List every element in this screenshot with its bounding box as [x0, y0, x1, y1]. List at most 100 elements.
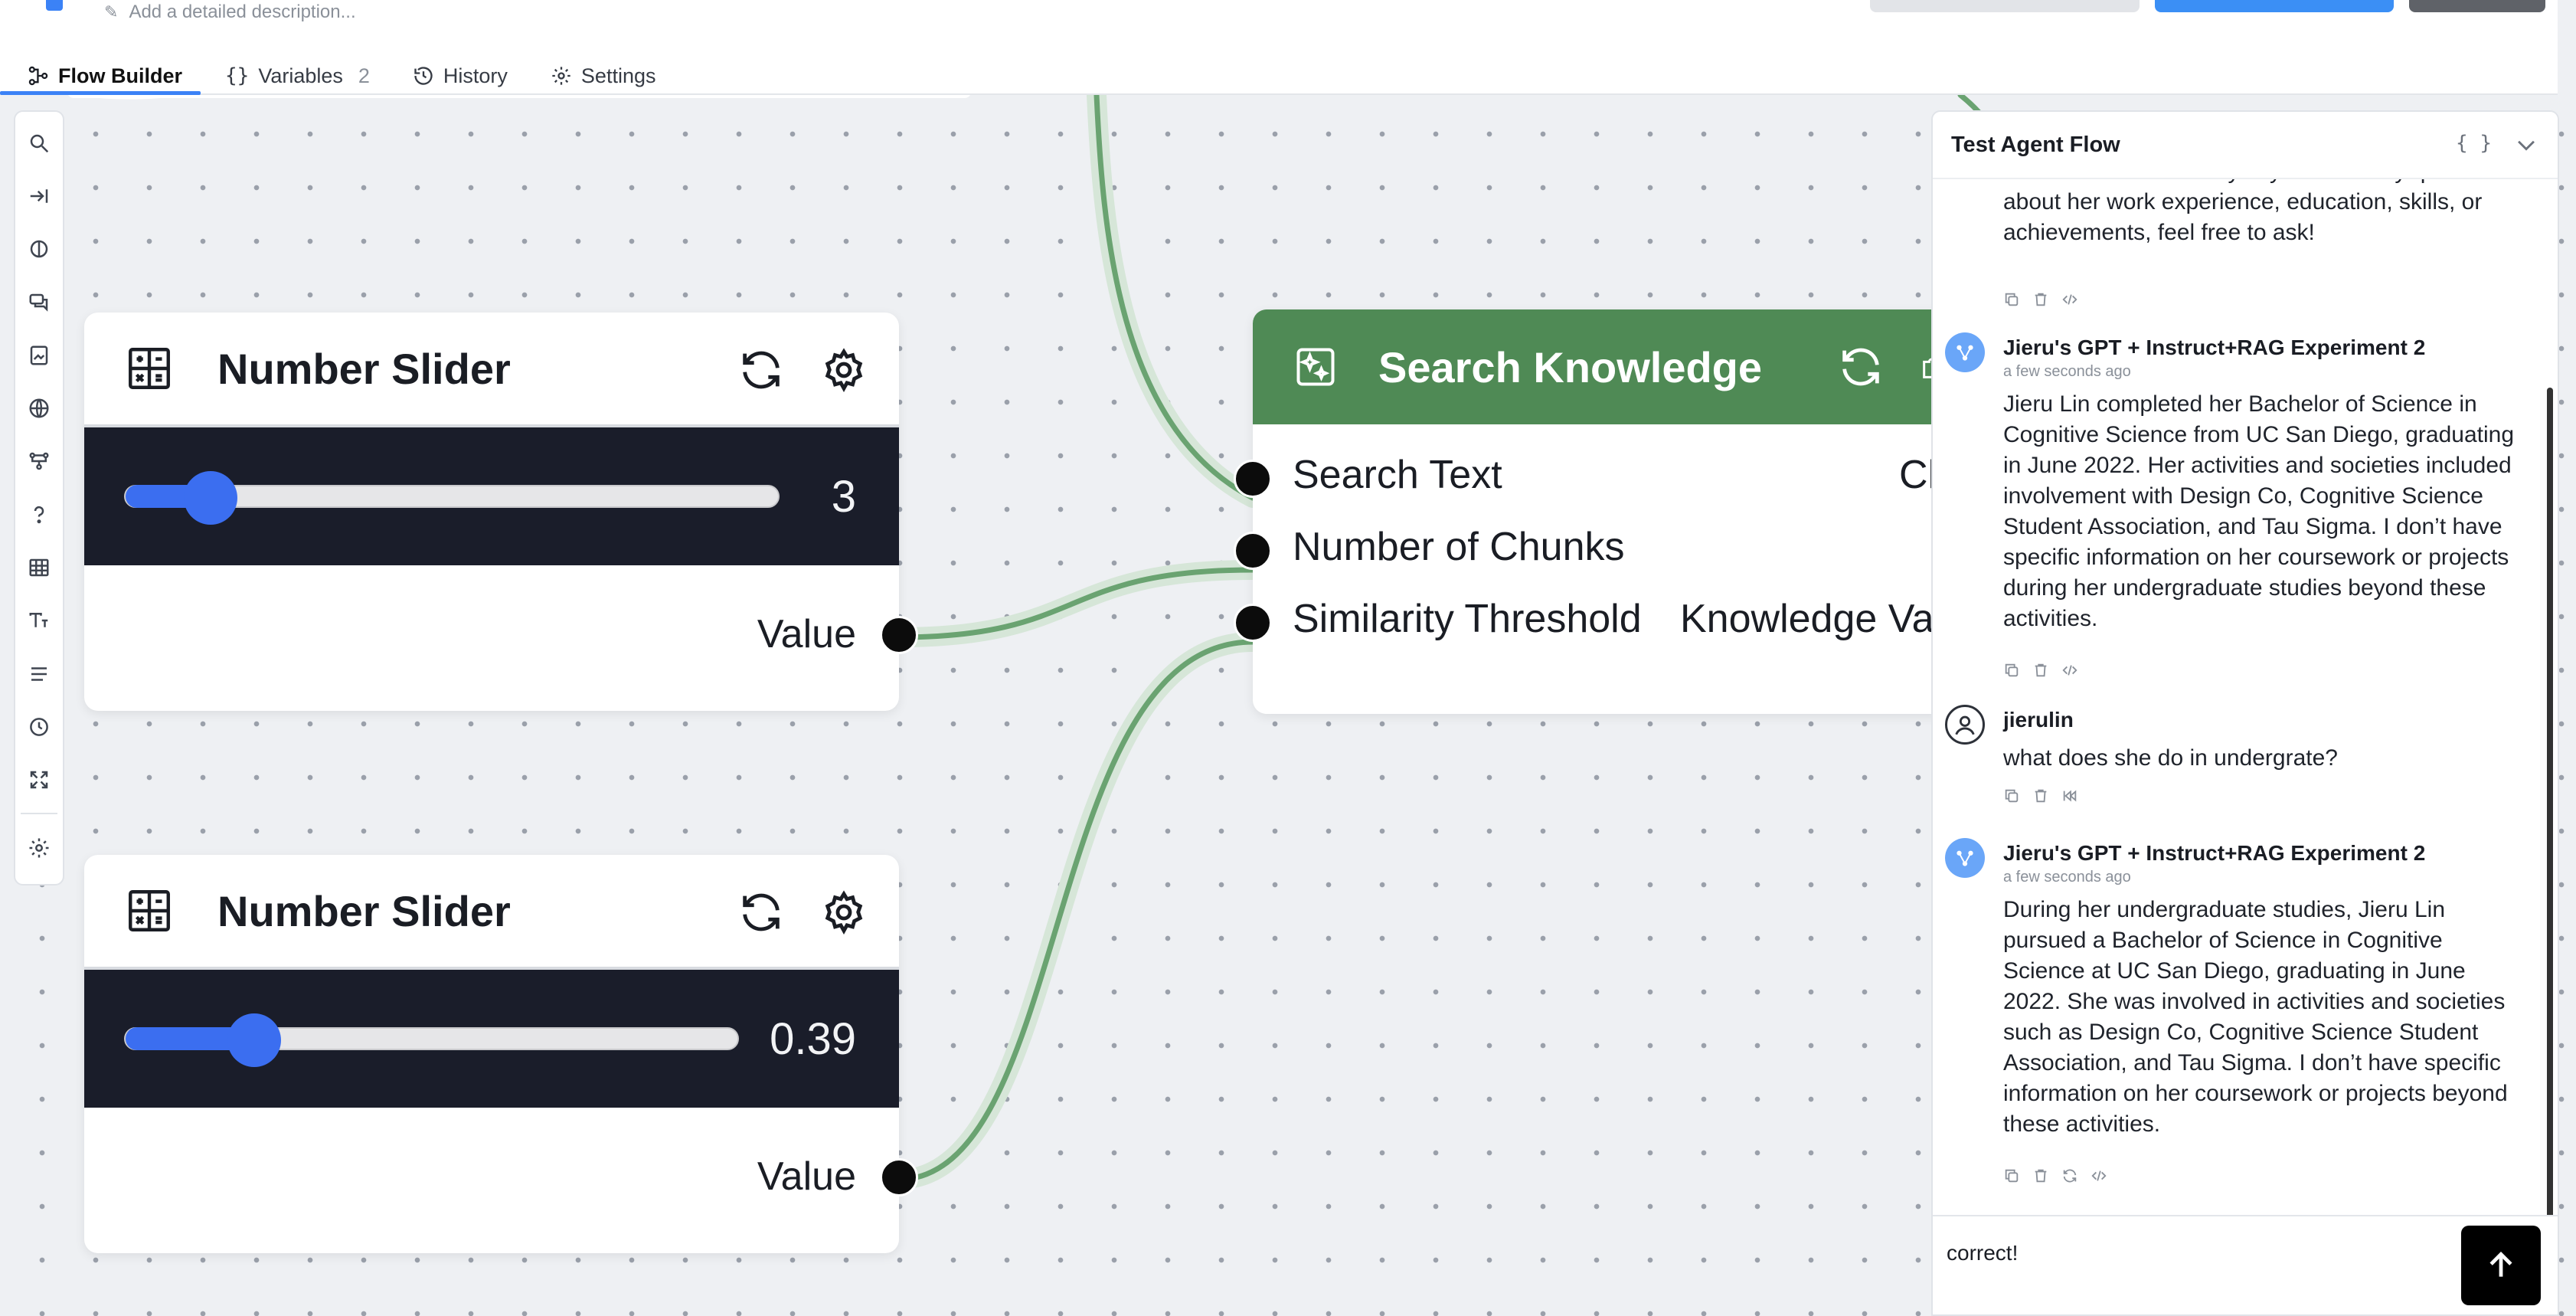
gear-icon[interactable]	[819, 888, 868, 937]
message-text: what does she do in undergrate?	[2003, 745, 2338, 771]
refresh-icon[interactable]	[1836, 342, 1885, 391]
braces-icon[interactable]: { }	[2456, 132, 2492, 158]
toolbar-divider	[21, 812, 57, 814]
send-button[interactable]	[2461, 1226, 2541, 1305]
tab-settings[interactable]: Settings	[551, 52, 656, 95]
chevron-down-icon[interactable]	[2513, 132, 2539, 158]
trash-icon[interactable]	[2032, 1167, 2049, 1184]
flow-icon	[28, 66, 48, 86]
variables-count: 2	[358, 64, 370, 87]
slider-band: 0.39	[84, 970, 899, 1108]
slider-track[interactable]	[124, 1013, 740, 1067]
sparkle-image-icon	[1296, 348, 1335, 386]
description-field[interactable]: ✎ Add a detailed description...	[104, 2, 356, 23]
node-title: Number Slider	[217, 344, 511, 393]
bot-avatar	[1945, 838, 1985, 878]
expand-icon[interactable]	[21, 763, 57, 797]
tab-label: Settings	[580, 64, 656, 87]
message-text: clear and accurate way. If you have any …	[2003, 179, 2511, 245]
search-icon[interactable]	[21, 126, 57, 160]
settings-icon[interactable]	[21, 831, 57, 866]
tab-variables[interactable]: {} Variables 2	[225, 52, 370, 95]
chat-messages[interactable]: clear and accurate way. If you have any …	[1933, 179, 2542, 1236]
gear-icon[interactable]	[819, 345, 868, 394]
slider-handle[interactable]	[183, 471, 237, 525]
number-slider-node[interactable]: Number Slider 3 Value	[84, 313, 918, 711]
slider-value: 3	[831, 471, 856, 522]
message-author: jierulin	[2003, 708, 2074, 732]
message-text: During her undergraduate studies, Jieru …	[2003, 897, 2508, 1137]
arrow-up-icon	[2489, 1251, 2512, 1277]
main-tabs: Flow Builder {} Variables 2 History Sett…	[0, 52, 656, 95]
globe-icon[interactable]	[21, 391, 57, 425]
table-icon[interactable]	[21, 550, 57, 584]
node-title: Search Knowledge	[1378, 342, 1763, 391]
refresh-icon[interactable]	[2061, 1167, 2078, 1184]
input-port[interactable]	[1234, 532, 1272, 570]
header-button-primary[interactable]	[2155, 0, 2394, 12]
left-toolbar	[14, 110, 64, 886]
image-icon[interactable]	[21, 338, 57, 372]
flow-icon[interactable]	[21, 444, 57, 479]
bot-avatar	[1945, 332, 1985, 372]
project-icon	[46, 0, 63, 11]
input-label-search-text: Search Text	[1293, 453, 1502, 497]
half-circle-icon[interactable]	[21, 232, 57, 267]
refresh-icon[interactable]	[737, 345, 786, 394]
test-agent-panel: Test Agent Flow { } clear and accurate w…	[1931, 110, 2559, 1316]
trash-icon[interactable]	[2032, 787, 2049, 804]
output-port[interactable]	[880, 616, 918, 654]
copy-icon[interactable]	[2003, 662, 2020, 679]
app-header: ✎ Add a detailed description... Flow Bui…	[0, 0, 2558, 95]
trash-icon[interactable]	[2032, 291, 2049, 308]
tab-history[interactable]: History	[413, 52, 508, 95]
search-knowledge-node[interactable]: Search Knowledge Search Text Number of C…	[1234, 309, 1950, 714]
message-author: Jieru's GPT + Instruct+RAG Experiment 2	[2003, 336, 2426, 359]
slider-handle[interactable]	[227, 1013, 281, 1067]
tab-label: Flow Builder	[58, 64, 182, 87]
node-header[interactable]: Number Slider	[84, 313, 899, 427]
chat-scrollbar[interactable]	[2547, 388, 2553, 1223]
calculator-icon	[129, 890, 170, 931]
chat-icon[interactable]	[21, 285, 57, 319]
user-avatar	[1945, 705, 1985, 745]
code-icon[interactable]	[2091, 1167, 2107, 1184]
input-label-number-of-chunks: Number of Chunks	[1293, 525, 1625, 569]
list-icon[interactable]	[21, 656, 57, 691]
header-button-dark[interactable]	[2409, 0, 2545, 12]
braces-icon: {}	[225, 64, 250, 87]
input-port[interactable]	[1234, 604, 1272, 642]
copy-icon[interactable]	[2003, 291, 2020, 308]
code-icon[interactable]	[2061, 662, 2078, 679]
header-button-secondary[interactable]	[1870, 0, 2140, 12]
chat-input[interactable]	[1947, 1232, 2467, 1275]
message-time: a few seconds ago	[2003, 869, 2131, 886]
number-slider-node[interactable]: Number Slider 0.39 Value	[84, 855, 918, 1253]
collapse-icon[interactable]	[21, 178, 57, 213]
tab-label: History	[443, 64, 508, 87]
message-text: Jieru Lin completed her Bachelor of Scie…	[2003, 391, 2515, 631]
history-icon	[414, 67, 433, 85]
copy-icon[interactable]	[2003, 787, 2020, 804]
refresh-icon[interactable]	[737, 888, 786, 937]
input-port[interactable]	[1234, 460, 1272, 498]
output-label: Value	[757, 1154, 856, 1199]
chat-input-area	[1933, 1215, 2558, 1314]
chat-title: Test Agent Flow	[1951, 132, 2120, 157]
slider-track[interactable]	[124, 471, 780, 525]
node-header[interactable]: Search Knowledge	[1253, 309, 1943, 424]
output-port[interactable]	[880, 1158, 918, 1197]
tab-flow-builder[interactable]: Flow Builder	[0, 52, 201, 95]
output-label-knowledge-value: Knowledge Va	[1680, 597, 1934, 641]
rewind-icon[interactable]	[2061, 787, 2078, 804]
trash-icon[interactable]	[2032, 662, 2049, 679]
code-icon[interactable]	[2061, 291, 2078, 308]
node-header[interactable]: Number Slider	[84, 855, 899, 970]
description-placeholder: Add a detailed description...	[129, 2, 356, 22]
copy-icon[interactable]	[2003, 1167, 2020, 1184]
clock-icon[interactable]	[21, 709, 57, 744]
node-ports: Search Text Number of Chunks Similarity …	[1234, 424, 1950, 714]
question-icon[interactable]	[21, 497, 57, 532]
calculator-icon	[129, 348, 170, 389]
text-icon[interactable]	[21, 604, 57, 638]
